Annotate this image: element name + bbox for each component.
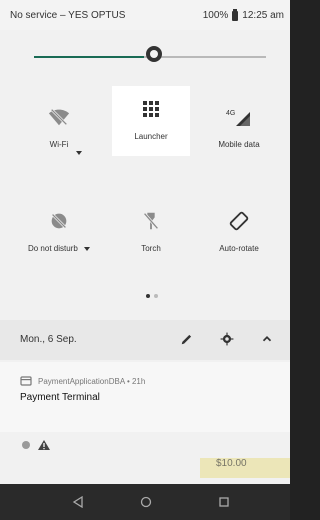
phone-screen: No service – YES OPTUS 100% 12:25 am Wi-…: [0, 0, 290, 520]
battery-icon: [232, 8, 239, 21]
notification-app-name: PaymentApplicationDBA • 21h: [38, 376, 146, 386]
recents-icon: [219, 497, 229, 507]
date-text: Mon., 6 Sep.: [20, 334, 77, 345]
settings-button[interactable]: [216, 328, 238, 350]
tile-label: Torch: [141, 244, 161, 253]
dnd-icon: [20, 208, 98, 234]
notification-app-row: PaymentApplicationDBA • 21h: [20, 376, 145, 386]
status-bar: No service – YES OPTUS 100% 12:25 am: [0, 0, 290, 30]
tile-torch[interactable]: Torch: [112, 198, 190, 266]
notification-title: Payment Terminal: [20, 392, 100, 403]
collapse-button[interactable]: [256, 328, 278, 350]
tile-label: Mobile data: [218, 140, 260, 149]
tile-wifi[interactable]: Wi-Fi: [20, 94, 98, 162]
brightness-fill: [34, 56, 144, 58]
back-button[interactable]: [68, 492, 88, 512]
status-right: 100% 12:25 am: [202, 8, 284, 21]
caret-down-icon[interactable]: [76, 151, 82, 155]
background-amount: $10.00: [216, 458, 247, 469]
pager-dot-active[interactable]: [146, 294, 150, 298]
recents-button[interactable]: [214, 492, 234, 512]
brightness-slider[interactable]: [0, 40, 290, 72]
footer-actions: [176, 328, 278, 350]
notification-card[interactable]: PaymentApplicationDBA • 21h Payment Term…: [0, 362, 290, 432]
pencil-icon: [181, 334, 192, 345]
tile-do-not-disturb[interactable]: Do not disturb: [20, 198, 98, 266]
tile-launcher[interactable]: Launcher: [112, 86, 190, 156]
edit-button[interactable]: [176, 328, 198, 350]
pager-dot[interactable]: [154, 294, 158, 298]
back-icon: [72, 496, 83, 508]
home-button[interactable]: [136, 492, 156, 512]
gear-icon: [220, 332, 234, 346]
caret-down-icon[interactable]: [84, 247, 91, 251]
apps-grid-icon: [112, 96, 190, 122]
battery-percent: 100%: [202, 10, 229, 21]
svg-text:4G: 4G: [226, 110, 235, 117]
brightness-thumb[interactable]: [146, 46, 162, 62]
home-icon: [140, 496, 152, 508]
tile-label: Auto-rotate: [219, 244, 259, 253]
mobile-data-icon: 4G: [200, 104, 278, 130]
flashlight-icon: [112, 208, 190, 234]
carrier-text: No service – YES OPTUS: [10, 10, 126, 21]
quick-settings-footer: Mon., 6 Sep.: [0, 320, 290, 360]
status-dot-icon: [22, 441, 30, 449]
tile-label: Wi-Fi: [49, 140, 69, 149]
rotate-icon: [200, 208, 278, 234]
warning-icon: [38, 440, 50, 450]
navigation-bar: [0, 484, 290, 520]
warning-row: [22, 440, 50, 450]
chevron-up-icon: [262, 336, 272, 342]
quick-settings-pager: [146, 294, 158, 298]
tile-label-text: Do not disturb: [27, 244, 78, 253]
wifi-off-icon: [20, 104, 98, 130]
tile-auto-rotate[interactable]: Auto-rotate: [200, 198, 278, 266]
tile-label: Do not disturb: [20, 244, 98, 253]
tile-label: Launcher: [134, 132, 168, 141]
quick-settings-grid: Wi-Fi Launcher 4G Mobile data Do not dis…: [0, 86, 290, 296]
app-icon: [20, 376, 32, 386]
clock-time: 12:25 am: [242, 10, 284, 21]
tile-mobile-data[interactable]: 4G Mobile data: [200, 94, 278, 162]
